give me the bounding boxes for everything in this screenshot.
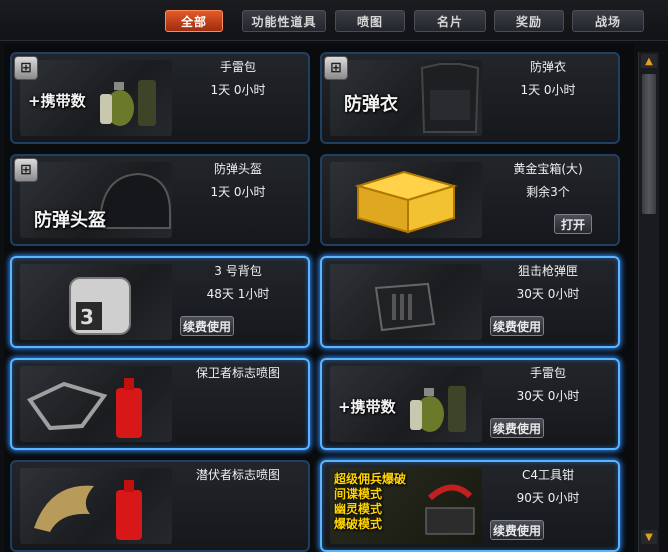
item-name: 潜伏者标志喷图	[195, 468, 280, 482]
renew-button[interactable]: 续费使用	[490, 418, 544, 438]
item-thumbnail: 防弹头盔	[20, 162, 172, 238]
thumb-caption: +携带数	[338, 398, 396, 416]
item-duration: 1天 0小时	[210, 83, 266, 97]
lurker-spray-icon	[34, 480, 142, 540]
renew-button[interactable]: 续费使用	[180, 316, 234, 336]
tab-functional-items[interactable]: 功能性道具	[242, 10, 326, 32]
magazine-icon	[374, 282, 436, 332]
item-duration: 1天 0小时	[210, 185, 266, 199]
item-duration: 48天 1小时	[206, 287, 270, 301]
item-thumbnail: 防弹衣	[330, 60, 482, 136]
item-duration: 90天 0小时	[516, 491, 580, 505]
item-card[interactable]: 3 3 号背包 48天 1小时 续费使用	[10, 256, 310, 348]
tab-name-cards[interactable]: 名片	[414, 10, 486, 32]
item-card[interactable]: ⊞ 防弹头盔 防弹头盔 1天 0小时	[10, 154, 310, 246]
item-name: 黄金宝箱(大)	[513, 162, 583, 176]
expand-icon[interactable]: ⊞	[14, 56, 38, 80]
item-name: 手雷包	[529, 366, 566, 380]
item-card[interactable]: 潜伏者标志喷图	[10, 460, 310, 552]
item-card[interactable]: +携带数 手雷包 30天 0小时 续费使用	[320, 358, 620, 450]
item-card[interactable]: 狙击枪弹匣 30天 0小时 续费使用	[320, 256, 620, 348]
item-thumbnail	[20, 366, 172, 442]
item-remaining: 剩余3个	[526, 185, 570, 199]
category-tab-bar: 全部 功能性道具 喷图 名片 奖励 战场	[0, 0, 668, 41]
item-name: 狙击枪弹匣	[517, 264, 578, 278]
svg-text:3: 3	[80, 305, 94, 329]
item-name: 保卫者标志喷图	[195, 366, 280, 380]
tab-sprays[interactable]: 喷图	[335, 10, 405, 32]
pliers-icon	[425, 484, 475, 535]
item-duration: 1天 0小时	[520, 83, 576, 97]
renew-button[interactable]: 续费使用	[490, 520, 544, 540]
scroll-thumb[interactable]	[642, 74, 656, 214]
expand-icon[interactable]: ⊞	[14, 158, 38, 182]
item-name: 防弹衣	[529, 60, 566, 74]
item-card[interactable]: ⊞ 防弹衣 防弹衣 1天 0小时	[320, 52, 620, 144]
item-thumbnail	[20, 468, 172, 544]
backpack-icon: 3	[69, 277, 131, 335]
open-button[interactable]: 打开	[554, 214, 592, 234]
item-thumbnail: 3	[20, 264, 172, 340]
scroll-down-icon[interactable]: ▼	[641, 530, 657, 544]
thumb-caption: 防弹头盔	[34, 210, 106, 231]
item-thumbnail	[330, 162, 482, 238]
item-card[interactable]: 黄金宝箱(大) 剩余3个 打开	[320, 154, 620, 246]
tab-battlefield[interactable]: 战场	[572, 10, 644, 32]
thumb-caption: +携带数	[28, 92, 86, 110]
renew-button[interactable]: 续费使用	[490, 316, 544, 336]
inventory-grid: ⊞ +携带数 手雷包 1天 0小时 ⊞ 防弹衣 防弹衣 1天 0小时 ⊞ 防弹头…	[4, 44, 634, 552]
defender-spray-icon	[26, 378, 142, 438]
vertical-scrollbar[interactable]: ▲ ▼	[638, 52, 659, 552]
item-card[interactable]: ⊞ +携带数 手雷包 1天 0小时	[10, 52, 310, 144]
item-card[interactable]: 超级佣兵爆破 间谍模式 幽灵模式 爆破模式 C4工具钳 90天 0小时 续费使用	[320, 460, 620, 552]
item-thumbnail	[330, 264, 482, 340]
item-duration: 30天 0小时	[516, 287, 580, 301]
item-duration: 30天 0小时	[516, 389, 580, 403]
item-name: 3 号背包	[214, 264, 262, 278]
expand-icon[interactable]: ⊞	[324, 56, 348, 80]
thumb-caption: 防弹衣	[344, 94, 398, 115]
item-thumbnail: +携带数	[20, 60, 172, 136]
scroll-up-icon[interactable]: ▲	[641, 54, 657, 68]
item-card[interactable]: 保卫者标志喷图	[10, 358, 310, 450]
item-name: 防弹头盔	[213, 162, 262, 176]
item-name: 手雷包	[219, 60, 256, 74]
item-thumbnail: +携带数	[330, 366, 482, 442]
tab-all[interactable]: 全部	[165, 10, 223, 32]
tab-rewards[interactable]: 奖励	[494, 10, 564, 32]
item-name: C4工具钳	[521, 468, 574, 482]
gold-chest-icon	[354, 170, 458, 234]
item-thumbnail: 超级佣兵爆破 间谍模式 幽灵模式 爆破模式	[330, 468, 482, 544]
